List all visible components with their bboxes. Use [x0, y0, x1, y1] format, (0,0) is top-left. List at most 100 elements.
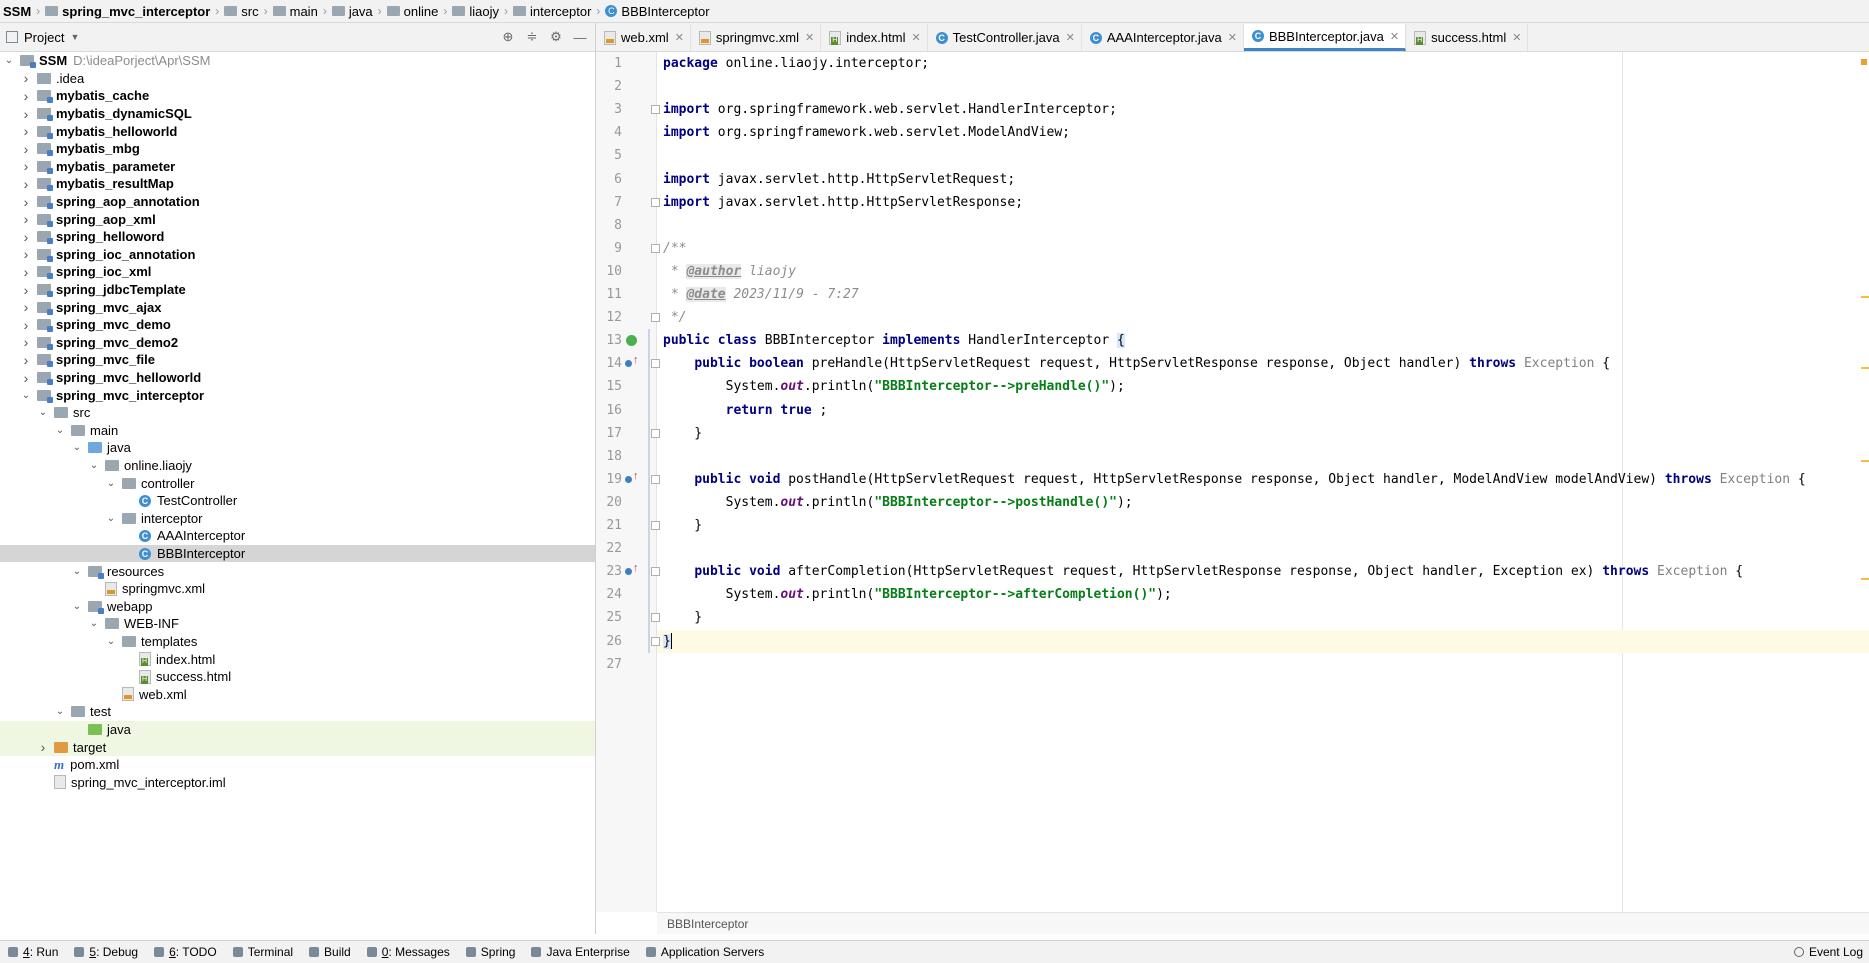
tree-item[interactable]: ⌄ test: [0, 703, 595, 721]
chevron-down-icon[interactable]: ⌄: [38, 407, 48, 418]
editor-tab[interactable]: C BBBInterceptor.java ✕: [1243, 24, 1407, 51]
tool-window-button[interactable]: Java Enterprise: [523, 945, 637, 959]
close-icon[interactable]: ✕: [1228, 31, 1237, 44]
tool-window-button[interactable]: 6: TODO: [146, 945, 225, 959]
tree-item[interactable]: C BBBInterceptor: [0, 544, 595, 563]
fold-marker-icon[interactable]: [651, 428, 660, 438]
chevron-down-icon[interactable]: ⌄: [72, 442, 82, 453]
editor-breadcrumb[interactable]: BBBInterceptor: [657, 912, 1869, 934]
tree-item[interactable]: ⌄ spring_mvc_interceptor: [0, 386, 595, 404]
tree-item[interactable]: ⌄ webapp: [0, 598, 595, 616]
chevron-down-icon[interactable]: ⌄: [72, 566, 82, 577]
tree-item[interactable]: › spring_aop_annotation: [0, 193, 595, 211]
project-view-icon[interactable]: [6, 31, 18, 43]
close-icon[interactable]: ✕: [1512, 31, 1521, 44]
code-line[interactable]: System.out.println("BBBInterceptor-->aft…: [663, 583, 1172, 606]
tool-window-button[interactable]: 5: Debug: [66, 945, 146, 959]
tree-item[interactable]: ⌄ interceptor: [0, 510, 595, 528]
chevron-right-icon[interactable]: ›: [21, 194, 31, 210]
fold-marker-icon[interactable]: [651, 243, 660, 253]
chevron-right-icon[interactable]: ›: [21, 352, 31, 368]
tree-item[interactable]: ⌄ WEB-INF: [0, 615, 595, 633]
editor-tab[interactable]: springmvc.xml ✕: [691, 24, 822, 51]
chevron-right-icon[interactable]: ›: [21, 282, 31, 298]
close-icon[interactable]: ✕: [1390, 30, 1399, 43]
code-line[interactable]: import javax.servlet.http.HttpServletRes…: [663, 191, 1023, 214]
code-line[interactable]: System.out.println("BBBInterceptor-->pre…: [663, 375, 1125, 398]
tree-item[interactable]: springmvc.xml: [0, 580, 595, 598]
chevron-right-icon[interactable]: ›: [21, 106, 31, 122]
tree-item[interactable]: › .idea: [0, 70, 595, 88]
chevron-down-icon[interactable]: ⌄: [106, 636, 116, 647]
tool-window-button[interactable]: 0: Messages: [359, 945, 458, 959]
chevron-right-icon[interactable]: ›: [21, 211, 31, 227]
tool-window-button[interactable]: 4: Run: [0, 945, 66, 959]
breadcrumb-item[interactable]: liaojy: [449, 4, 502, 19]
tree-item[interactable]: › spring_ioc_xml: [0, 263, 595, 281]
close-icon[interactable]: ✕: [1066, 31, 1075, 44]
editor-tab[interactable]: web.xml ✕: [596, 24, 691, 51]
tree-item[interactable]: › target: [0, 738, 595, 756]
chevron-right-icon[interactable]: ›: [21, 229, 31, 245]
tree-item[interactable]: ⌄ main: [0, 422, 595, 440]
tree-item[interactable]: › mybatis_resultMap: [0, 175, 595, 193]
chevron-right-icon[interactable]: ›: [21, 299, 31, 315]
tree-item[interactable]: › spring_jdbcTemplate: [0, 281, 595, 299]
code-line[interactable]: }: [663, 630, 672, 653]
hide-icon[interactable]: —: [573, 30, 587, 45]
close-icon[interactable]: ✕: [805, 31, 814, 44]
tree-item[interactable]: › spring_mvc_helloworld: [0, 369, 595, 387]
code-line[interactable]: public void postHandle(HttpServletReques…: [663, 468, 1805, 491]
chevron-right-icon[interactable]: ›: [21, 317, 31, 333]
tree-item[interactable]: web.xml: [0, 686, 595, 704]
code-line[interactable]: import org.springframework.web.servlet.H…: [663, 98, 1117, 121]
tool-window-button[interactable]: Terminal: [225, 945, 301, 959]
code-line[interactable]: }: [663, 422, 702, 445]
tree-item[interactable]: ⌄ java: [0, 439, 595, 457]
tree-item[interactable]: › mybatis_cache: [0, 87, 595, 105]
tree-item[interactable]: ⌄ SSM D:\ideaPorject\Apr\SSM: [0, 52, 595, 70]
close-icon[interactable]: ✕: [911, 31, 920, 44]
editor-tab[interactable]: index.html ✕: [821, 24, 928, 51]
code-line[interactable]: package online.liaojy.interceptor;: [663, 52, 929, 75]
tree-item[interactable]: ⌄ controller: [0, 474, 595, 492]
chevron-right-icon[interactable]: ›: [21, 264, 31, 280]
tool-window-button[interactable]: Application Servers: [638, 945, 772, 959]
tree-item[interactable]: ⌄ src: [0, 404, 595, 422]
chevron-down-icon[interactable]: ⌄: [21, 390, 31, 401]
editor-tab[interactable]: success.html ✕: [1406, 24, 1529, 51]
override-icon[interactable]: [625, 475, 632, 483]
fold-marker-icon[interactable]: [651, 197, 660, 207]
code-line[interactable]: * @date 2023/11/9 - 7:27: [663, 283, 859, 306]
code-line[interactable]: return true ;: [663, 399, 828, 422]
tree-item[interactable]: m pom.xml: [0, 756, 595, 774]
breadcrumb-item[interactable]: interceptor: [510, 4, 594, 19]
tree-item[interactable]: ⌄ online.liaojy: [0, 457, 595, 475]
tree-item[interactable]: › mybatis_helloworld: [0, 122, 595, 140]
chevron-down-icon[interactable]: ⌄: [55, 425, 65, 436]
tool-window-button[interactable]: Build: [301, 945, 359, 959]
code-line[interactable]: import org.springframework.web.servlet.M…: [663, 121, 1070, 144]
chevron-right-icon[interactable]: ›: [21, 158, 31, 174]
chevron-down-icon[interactable]: ⌄: [106, 513, 116, 524]
fold-marker-icon[interactable]: [651, 474, 660, 484]
chevron-right-icon[interactable]: ›: [21, 88, 31, 104]
editor-tab[interactable]: C TestController.java ✕: [928, 24, 1082, 51]
code-line[interactable]: import javax.servlet.http.HttpServletReq…: [663, 168, 1015, 191]
fold-marker-icon[interactable]: [651, 521, 660, 530]
editor-breadcrumb-label[interactable]: BBBInterceptor: [667, 917, 748, 931]
chevron-down-icon[interactable]: ⌄: [72, 601, 82, 612]
chevron-right-icon[interactable]: ›: [21, 176, 31, 192]
tree-item[interactable]: index.html: [0, 650, 595, 668]
code-line[interactable]: * @author liaojy: [663, 260, 796, 283]
tree-item[interactable]: › spring_mvc_ajax: [0, 298, 595, 316]
tree-item[interactable]: › spring_mvc_demo: [0, 316, 595, 334]
tree-item[interactable]: success.html: [0, 668, 595, 686]
editor-tab[interactable]: C AAAInterceptor.java ✕: [1082, 24, 1244, 51]
fold-marker-icon[interactable]: [651, 105, 660, 115]
tree-item[interactable]: › mybatis_mbg: [0, 140, 595, 158]
tree-item[interactable]: › mybatis_parameter: [0, 158, 595, 176]
chevron-right-icon[interactable]: ›: [38, 739, 48, 755]
fold-marker-icon[interactable]: [651, 359, 660, 369]
breadcrumb-item[interactable]: C BBBInterceptor: [602, 4, 712, 19]
